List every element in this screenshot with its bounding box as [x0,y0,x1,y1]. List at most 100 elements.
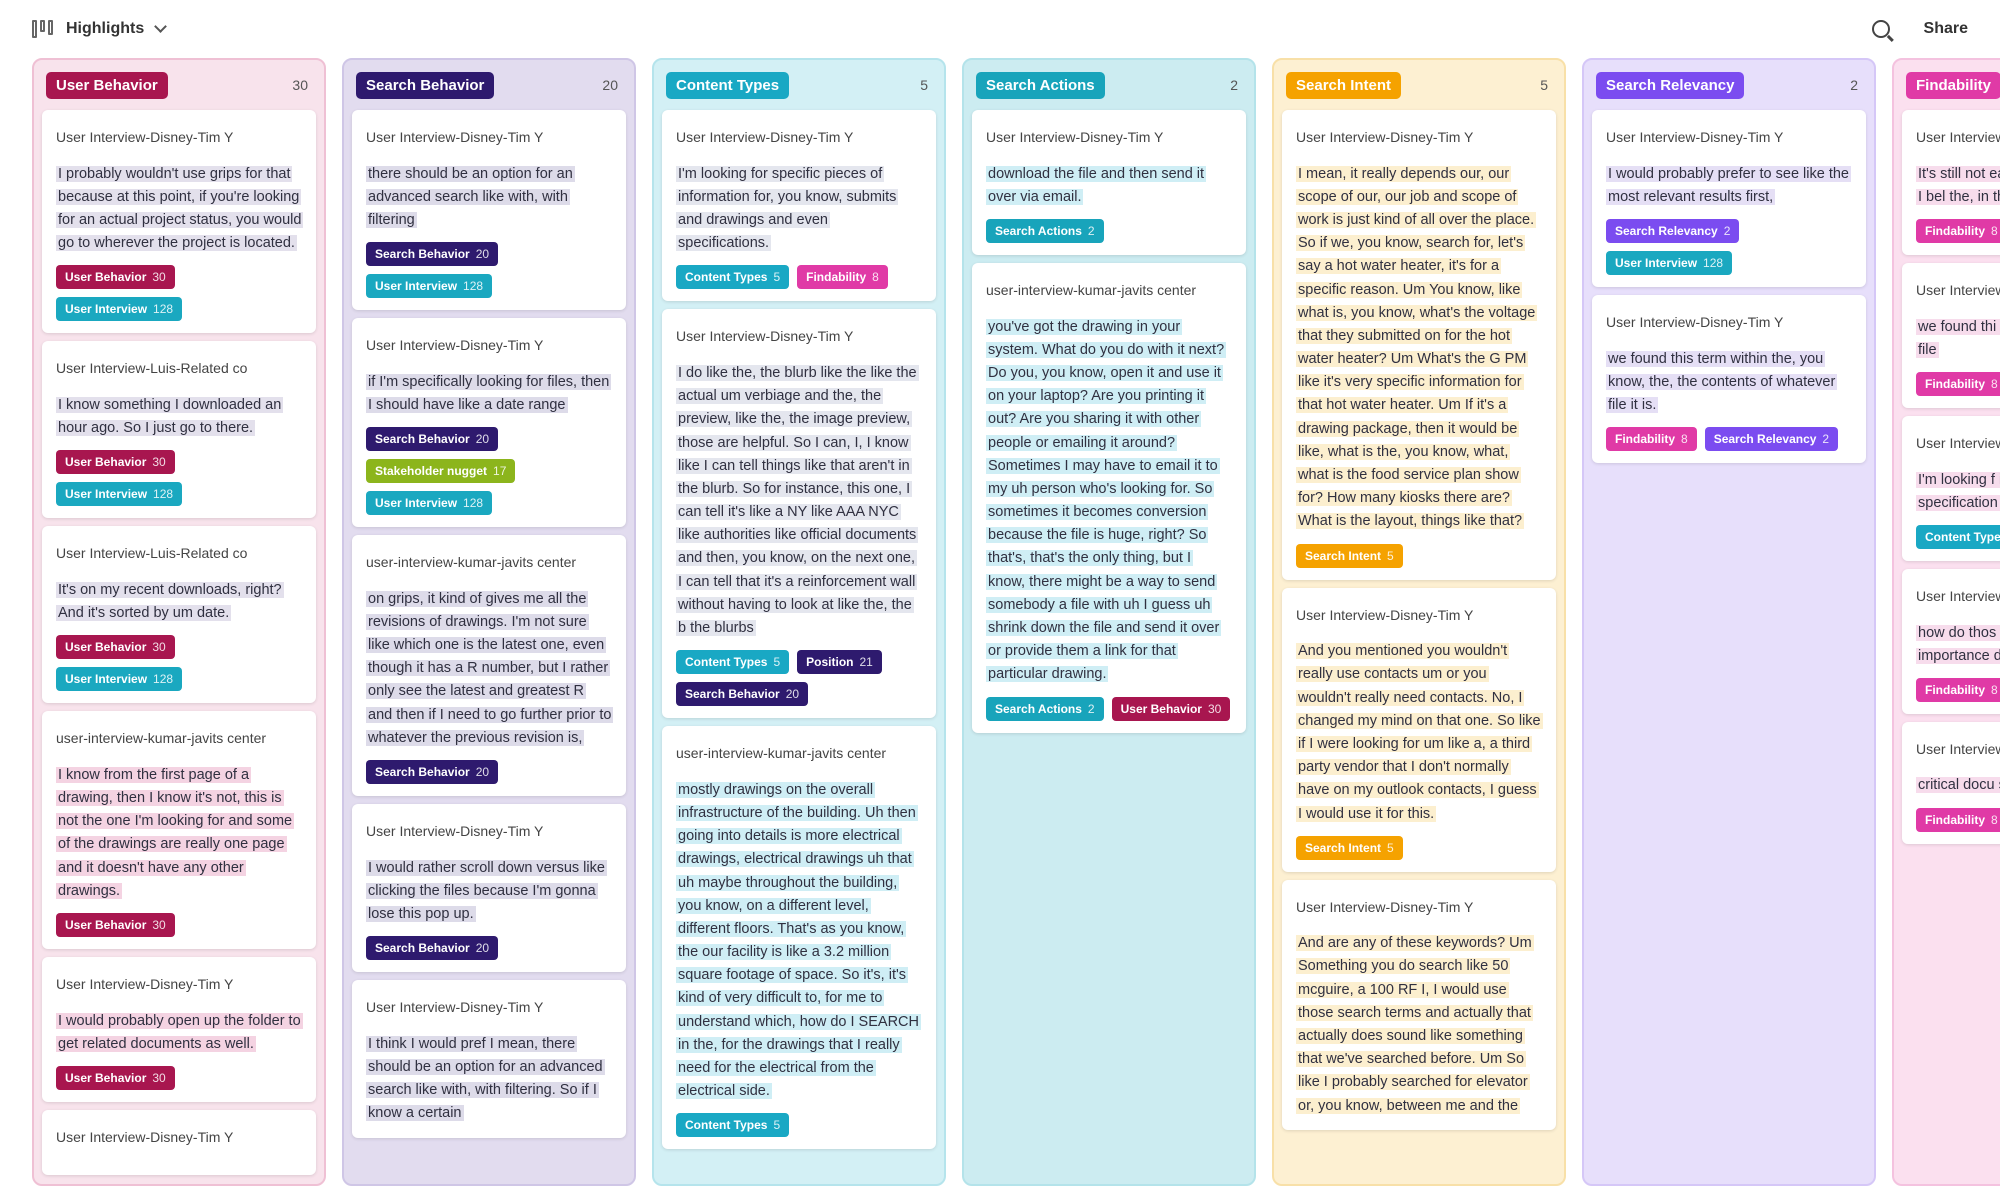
tag-chip[interactable]: User Interview 128 [56,667,183,692]
highlight-card[interactable]: User Interview-Disney-Tim Y [42,1109,316,1175]
tag-chip[interactable]: Search Intent 5 [1296,835,1403,860]
tag-chip[interactable]: Content Types5 [676,265,790,290]
tag-chip[interactable]: Findability 8 [797,265,888,290]
tag-chip[interactable]: User Behavior 30 [1111,696,1231,721]
card-source: User Interview-Disney-Tim Y [1296,606,1474,623]
tag-label: User Behavior [65,640,147,655]
tag-chip[interactable]: User Interview 128 [366,491,493,516]
board-title[interactable]: Highlights [66,20,144,38]
tag-chip[interactable]: Findability 8 [1916,677,2000,702]
card-quote: how do thos know, serve construction imp… [1916,622,2000,668]
tag-chip[interactable]: Findability 8 [1606,427,1697,452]
column-header: Search Actions 2 [972,68,1246,102]
highlight-card[interactable]: User Interview-Luis-Related co It's on my… [42,526,316,704]
tag-chip[interactable]: User Interview 128 [1606,250,1733,275]
tag-chip[interactable]: Content Types5 [1916,524,2000,549]
tag-chip[interactable]: Search Behavior 20 [366,242,499,267]
highlight-card[interactable]: User Interview-Disney-Tim Y And you menti… [1282,587,1556,872]
highlight-card[interactable]: user-interview-kumar-javits center mostly… [662,726,936,1150]
tag-chip[interactable]: Search Relevancy 2 [1704,427,1839,452]
highlight-card[interactable]: User Interview-Disney-Tim Y I think I wou… [352,980,626,1138]
tag-chip[interactable]: Findability 8 [1916,371,2000,396]
tag-chip[interactable]: Position 21 [797,650,882,675]
tag-chip[interactable]: User Interview 128 [56,482,183,507]
tag-chip[interactable]: Search Behavior 20 [366,427,499,452]
column-count: 30 [292,77,308,93]
highlight-card[interactable]: user-interview-kumar-javits center on gri… [352,535,626,797]
highlight-card[interactable]: User Interview-Disney-Tim Y I would proba… [42,957,316,1102]
highlight-card[interactable]: User Interview-Disney-Tim Y I mean, it re… [1282,110,1556,580]
highlight-card[interactable]: User Interview-Disney-Tim Y I'm looking f… [662,110,936,302]
card-source: User Interview-Disney-Tim Y [56,1128,234,1145]
tag-list: Content Types5 [676,1113,922,1138]
tag-chip[interactable]: Search Relevancy 2 [1606,218,1740,243]
board-icon[interactable] [32,20,54,38]
tag-chip[interactable]: User Interview 128 [56,297,183,322]
highlight-card[interactable]: User Interview-Disney-Tim Y download the … [972,110,1246,255]
card-source: User Interview-Luis-Related co [56,360,248,377]
tag-chip[interactable]: User Behavior 30 [56,450,175,475]
tag-chip[interactable]: Search Actions 2 [986,696,1104,721]
tag-label: Content Types [685,270,768,285]
highlight-card[interactable]: user-interview-kumar-javits center I know… [42,711,316,949]
column-title[interactable]: Search Behavior [356,71,495,99]
highlight-card[interactable]: User Interview-Disney-Tim Y I'm looking f… [1902,415,2000,561]
tag-chip[interactable]: Search Behavior 20 [676,682,809,707]
tag-count: 2 [1723,223,1731,238]
tag-count: 128 [153,302,174,317]
tag-chip[interactable]: Search Behavior 20 [366,760,499,785]
tag-count: 30 [152,1070,166,1085]
tag-list: Search Actions 2 User Behavior 30 [986,696,1232,721]
tag-count: 128 [463,279,484,294]
tag-chip[interactable]: Findability 8 [1916,218,2000,243]
highlight-card[interactable]: User Interview-Disney-Tim Y I probably wo… [42,110,316,334]
tag-label: Search Actions [995,223,1082,238]
tag-chip[interactable]: User Behavior 30 [56,1065,175,1090]
card-quote: I'm looking for specific pieces of infor… [676,163,922,256]
column-title[interactable]: Search Intent [1286,71,1402,99]
column-title[interactable]: User Behavior [46,71,168,99]
highlight-card[interactable]: User Interview-Disney-Tim Y It's still no… [1902,110,2000,255]
highlight-card[interactable]: User Interview-Disney-Tim Y we found thi … [1902,262,2000,408]
highlight-card[interactable]: User Interview-Disney-Tim Y I do like the… [662,309,936,719]
tag-count: 128 [153,672,174,687]
highlight-card[interactable]: User Interview-Disney-Tim Y I would proba… [1592,110,1866,287]
column-header: Search Relevancy 2 [1592,68,1866,102]
tag-chip[interactable]: Search Behavior 20 [366,936,499,961]
tag-list: Content Types5 [1916,524,2000,549]
highlight-card[interactable]: User Interview-Disney-Tim Y we found this… [1592,294,1866,464]
column-title[interactable]: Search Actions [976,71,1105,99]
tag-chip[interactable]: Search Intent 5 [1296,543,1403,568]
share-button[interactable]: Share [1924,20,1968,38]
quote-highlight: And are any of these keywords? Um Someth… [1296,935,1534,1114]
tag-count: 8 [1991,376,1998,391]
tag-chip[interactable]: Search Actions 2 [986,218,1104,243]
highlight-card[interactable]: User Interview-Disney-Tim Y there should … [352,110,626,311]
column-title[interactable]: Search Relevancy [1596,71,1745,99]
tag-chip[interactable]: Stakeholder nugget 17 [366,459,516,484]
tag-chip[interactable]: Content Types5 [676,1113,790,1138]
card-source: user-interview-kumar-javits center [366,554,577,571]
highlight-card[interactable]: User Interview-Disney-Tim Y critical docu… [1902,721,2000,844]
tag-chip[interactable]: Content Types5 [676,650,790,675]
tag-list: Search Intent 5 [1296,835,1542,860]
tag-chip[interactable]: User Behavior 30 [56,265,175,290]
highlight-card[interactable]: User Interview-Luis-Related co I know som… [42,341,316,519]
highlight-card[interactable]: User Interview-Disney-Tim Y if I'm specif… [352,318,626,528]
search-icon[interactable] [1871,20,1890,38]
highlight-card[interactable]: user-interview-kumar-javits center you've… [972,262,1246,733]
tag-count: 128 [153,487,174,502]
tag-chip[interactable]: Findability 8 [1916,807,2000,832]
quote-highlight: I do like the, the blurb like the like t… [676,364,919,636]
chevron-down-icon[interactable] [154,20,168,33]
tag-chip[interactable]: User Behavior 30 [56,635,175,660]
highlight-card[interactable]: User Interview-Disney-Tim Y how do thos k… [1902,568,2000,714]
highlight-card[interactable]: User Interview-Disney-Tim Y And are any o… [1282,879,1556,1130]
column-title[interactable]: Findability [1906,71,2000,99]
quote-highlight: It's on my recent downloads, right? And … [56,581,284,622]
tag-chip[interactable]: User Interview 128 [366,274,493,299]
column-title[interactable]: Content Types [666,71,790,99]
column-header: Content Types 5 [662,68,936,102]
tag-chip[interactable]: User Behavior 30 [56,913,175,937]
highlight-card[interactable]: User Interview-Disney-Tim Y I would rathe… [352,804,626,973]
